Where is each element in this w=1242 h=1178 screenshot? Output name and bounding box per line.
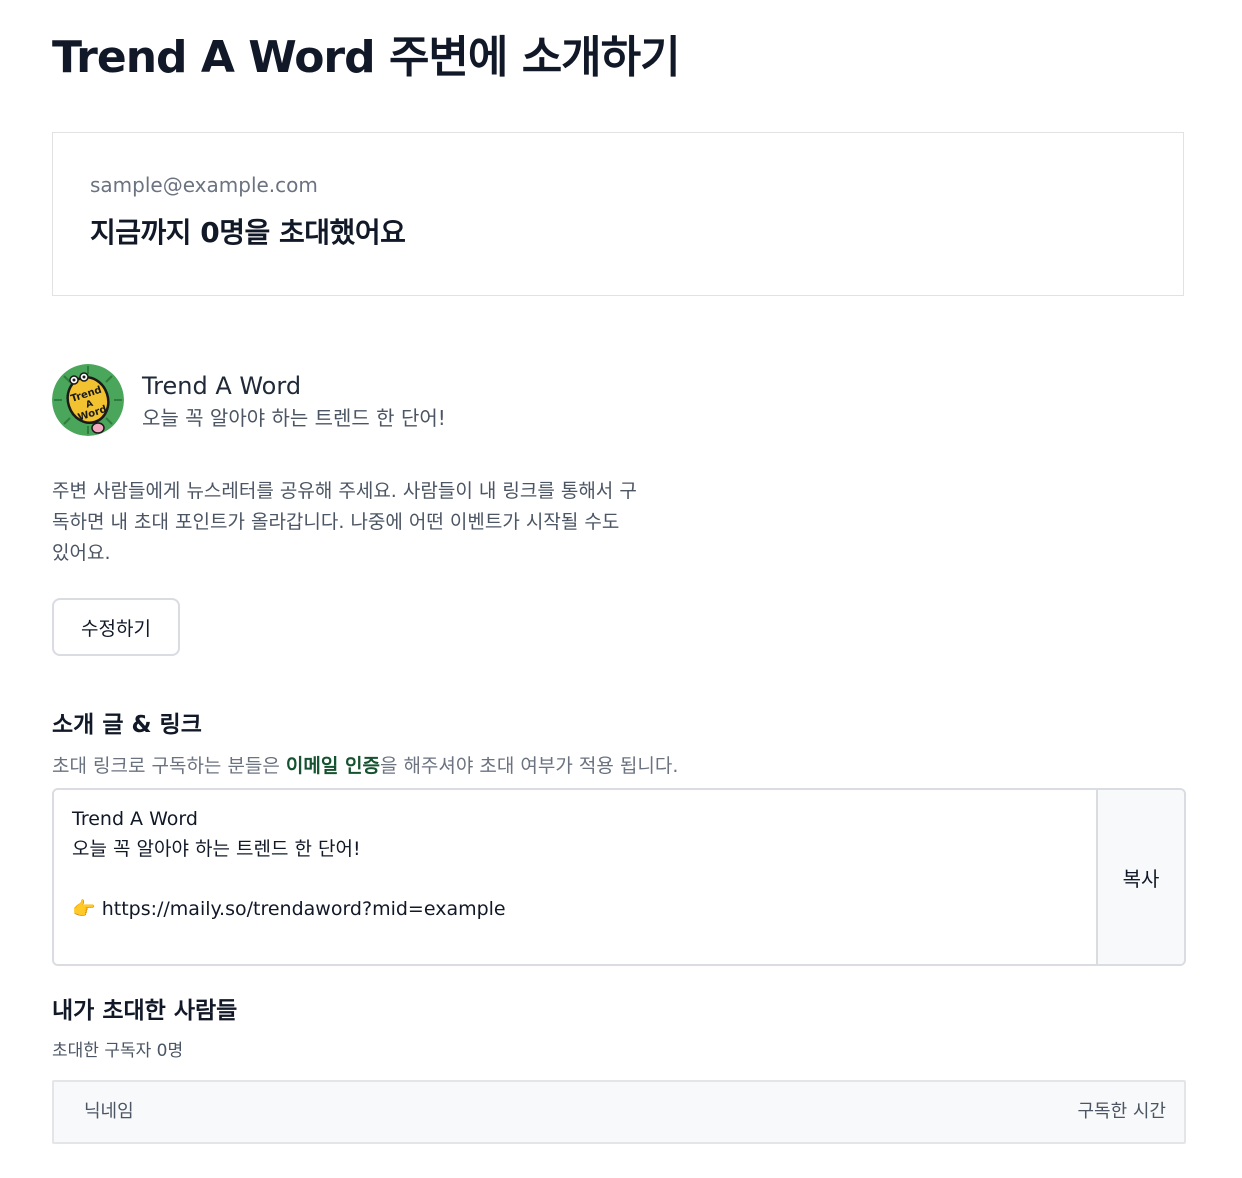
email-verification-emphasis: 이메일 인증	[285, 755, 380, 777]
referral-intro-text: 주변 사람들에게 뉴스레터를 공유해 주세요. 사람들이 내 링크를 통해서 구…	[52, 480, 637, 564]
invited-table-header: 닉네임 구독한 시간	[52, 1080, 1186, 1144]
column-header-nickname: 닉네임	[84, 1101, 134, 1122]
invited-count: 초대한 구독자 0명	[52, 1041, 184, 1061]
page-title: Trend A Word 주변에 소개하기	[52, 32, 681, 83]
column-header-subscribed-time: 구독한 시간	[1077, 1101, 1166, 1122]
share-note-prefix: 초대 링크로 구독하는 분들은	[52, 755, 286, 777]
share-section-title: 소개 글 & 링크	[52, 712, 202, 738]
newsletter-description: 오늘 꼭 알아야 하는 트렌드 한 단어!	[142, 406, 446, 430]
newsletter-profile: Trend A Word Trend A Word 오늘 꼭 알아야 하는 트렌…	[52, 364, 752, 436]
newsletter-logo-image: Trend A Word	[52, 364, 124, 436]
invite-stats-card: sample@example.com 지금까지 0명을 초대했어요	[52, 132, 1184, 296]
newsletter-logo: Trend A Word	[52, 364, 124, 436]
edit-button[interactable]: 수정하기	[52, 598, 180, 656]
share-note-suffix: 을 해주셔야 초대 여부가 적용 됩니다.	[379, 755, 679, 777]
share-text-field[interactable]: Trend A Word 오늘 꼭 알아야 하는 트렌드 한 단어! 👉 htt…	[54, 790, 1096, 964]
invited-summary: 지금까지 0명을 초대했어요	[90, 216, 406, 249]
copy-button[interactable]: 복사	[1096, 790, 1184, 964]
share-link-box: Trend A Word 오늘 꼭 알아야 하는 트렌드 한 단어! 👉 htt…	[52, 788, 1186, 966]
user-email: sample@example.com	[90, 173, 318, 197]
share-section-note: 초대 링크로 구독하는 분들은 이메일 인증을 해주셔야 초대 여부가 적용 됩…	[52, 752, 678, 780]
invited-section-title: 내가 초대한 사람들	[52, 998, 238, 1024]
newsletter-name: Trend A Word	[142, 372, 302, 400]
